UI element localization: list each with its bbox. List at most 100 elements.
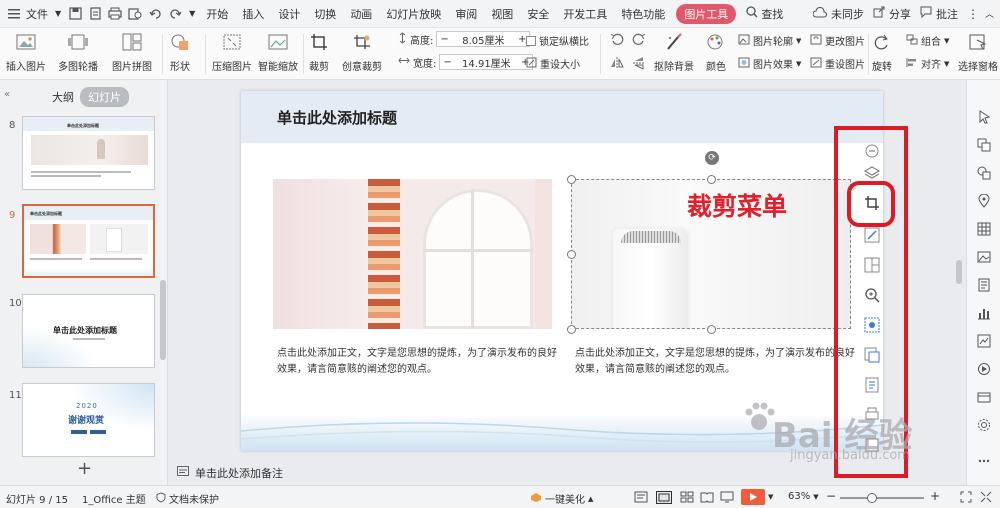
slide-title[interactable]: 单击此处添加标题 bbox=[277, 107, 397, 128]
add-slide-button[interactable]: + bbox=[77, 458, 92, 479]
panel-scrollbar[interactable] bbox=[160, 280, 166, 360]
fullscreen-icon[interactable] bbox=[980, 491, 992, 503]
reset-size-button[interactable]: 重设大小 bbox=[526, 56, 580, 71]
redo-icon[interactable] bbox=[165, 4, 185, 24]
resize-handle[interactable] bbox=[707, 175, 716, 184]
chevron-down-icon[interactable]: ▼ bbox=[55, 9, 61, 18]
resize-handle[interactable] bbox=[567, 175, 576, 184]
sync-status[interactable]: 未同步 bbox=[829, 6, 871, 22]
lock-ratio-checkbox[interactable]: 锁定纵横比 bbox=[526, 33, 589, 48]
checkbox-icon[interactable] bbox=[526, 35, 536, 46]
slide-thumbnail-11[interactable]: 2020 谢谢观赏 bbox=[22, 383, 155, 457]
quick-access-more-icon[interactable]: ▼ bbox=[189, 9, 195, 18]
zoom-slider[interactable] bbox=[840, 497, 924, 499]
share-button[interactable]: 分享 bbox=[887, 6, 918, 22]
change-picture-button[interactable]: 更改图片 bbox=[810, 33, 865, 48]
search-icon[interactable] bbox=[746, 6, 758, 21]
file-menu[interactable]: 文件 bbox=[24, 6, 55, 22]
tab-picture-tools[interactable]: 图片工具 bbox=[676, 3, 737, 24]
group-button[interactable]: 组合 ▼ bbox=[906, 33, 949, 48]
tab-view[interactable]: 视图 bbox=[484, 6, 520, 22]
copy-style-icon[interactable] bbox=[975, 136, 993, 154]
smart-art-icon[interactable] bbox=[975, 332, 993, 350]
more-sidebar-icon[interactable] bbox=[975, 452, 993, 470]
reset-picture-button[interactable]: 重设图片 bbox=[810, 56, 865, 71]
tab-review[interactable]: 审阅 bbox=[448, 6, 484, 22]
compress-picture-button[interactable]: 压缩图片 bbox=[212, 32, 252, 73]
tab-slideshow[interactable]: 幻灯片放映 bbox=[379, 6, 448, 22]
height-stepper[interactable]: − 8.05厘米 + bbox=[436, 31, 531, 47]
zoom-slider-thumb[interactable] bbox=[867, 493, 877, 503]
notes-placeholder[interactable]: 单击此处添加备注 bbox=[195, 465, 283, 481]
editor-scrollbar[interactable] bbox=[956, 260, 962, 284]
search-button[interactable]: 查找 bbox=[758, 6, 790, 22]
collapse-panel-icon[interactable]: « bbox=[4, 89, 10, 100]
slide-canvas[interactable]: 单击此处添加标题 ⟳ 点击此处添加正文，文字是您思想的提炼，为了演示发布的良好效… bbox=[241, 91, 883, 451]
rotate-handle-icon[interactable]: ⟳ bbox=[705, 151, 719, 165]
reading-view-icon[interactable] bbox=[700, 491, 714, 503]
cloud-sync-icon[interactable] bbox=[812, 6, 828, 21]
print-preview-icon[interactable] bbox=[125, 4, 145, 24]
resize-handle[interactable] bbox=[567, 325, 576, 334]
body-text-right[interactable]: 点击此处添加正文，文字是您思想的提炼，为了演示发布的良好效果，请言简意赅的阐述您… bbox=[575, 346, 855, 378]
width-stepper[interactable]: − 14.91厘米 + bbox=[439, 54, 534, 70]
tab-developer[interactable]: 开发工具 bbox=[556, 6, 614, 22]
tab-home[interactable]: 开始 bbox=[199, 6, 235, 22]
selection-pane-button[interactable]: 选择窗格 bbox=[958, 32, 998, 73]
resize-handle[interactable] bbox=[567, 250, 576, 259]
document-protection[interactable]: 文档未保护 bbox=[156, 491, 219, 506]
creative-crop-button[interactable]: 创意裁剪 bbox=[342, 32, 382, 73]
tab-animation[interactable]: 动画 bbox=[343, 6, 379, 22]
rotate-right-icon[interactable] bbox=[632, 32, 646, 46]
undo-icon[interactable] bbox=[145, 4, 165, 24]
crop-button[interactable]: 裁剪 bbox=[308, 32, 330, 73]
theme-name[interactable]: 1_Office 主题 bbox=[82, 491, 146, 506]
remove-background-button[interactable]: 抠除背景 bbox=[654, 32, 694, 73]
flip-vertical-icon[interactable] bbox=[632, 56, 646, 70]
menu-hamburger-icon[interactable] bbox=[4, 4, 24, 24]
animation-tool-icon[interactable] bbox=[975, 360, 993, 378]
color-button[interactable]: 颜色 bbox=[705, 32, 727, 73]
slide-thumbnail-9[interactable]: 单击此处添加标题 bbox=[22, 204, 155, 278]
picture-tool-icon[interactable] bbox=[975, 248, 993, 266]
height-decrease[interactable]: − bbox=[440, 34, 448, 45]
normal-view-icon[interactable] bbox=[656, 491, 672, 504]
fit-window-icon[interactable] bbox=[960, 491, 972, 503]
slide-thumbnail-8[interactable]: 单击此处添加标题 bbox=[22, 116, 155, 190]
slide-thumbnail-10[interactable]: 单击此处添加标题 bbox=[22, 294, 155, 368]
rotate-button[interactable]: 旋转 bbox=[871, 32, 893, 73]
notes-toggle-icon[interactable] bbox=[634, 491, 648, 503]
tab-transition[interactable]: 切换 bbox=[307, 6, 343, 22]
tab-outline[interactable]: 大纲 bbox=[52, 89, 74, 105]
format-tool-icon[interactable] bbox=[975, 276, 993, 294]
chevron-down-icon[interactable]: ▼ bbox=[768, 493, 773, 501]
curtain-window-picture[interactable] bbox=[273, 179, 552, 329]
height-value[interactable]: 8.05厘米 bbox=[462, 32, 504, 47]
picture-outline-button[interactable]: 图片轮廓 ▼ bbox=[738, 33, 801, 48]
save-icon[interactable] bbox=[65, 4, 85, 24]
slide-sorter-icon[interactable] bbox=[680, 491, 694, 503]
rotate-left-icon[interactable] bbox=[610, 32, 624, 46]
picture-effect-button[interactable]: 图片效果 ▼ bbox=[738, 56, 801, 71]
insert-picture-button[interactable]: 插入图片 bbox=[6, 32, 46, 73]
settings-tool-icon[interactable] bbox=[975, 416, 993, 434]
tab-security[interactable]: 安全 bbox=[520, 6, 556, 22]
shape-button[interactable]: 形状 bbox=[169, 32, 191, 73]
play-slideshow-button[interactable]: ▼ bbox=[741, 489, 773, 505]
zoom-out-button[interactable]: − bbox=[826, 489, 836, 503]
tab-insert[interactable]: 插入 bbox=[235, 6, 271, 22]
shape-tool-icon[interactable] bbox=[975, 164, 993, 182]
select-tool-icon[interactable] bbox=[975, 108, 993, 126]
tab-slides[interactable]: 幻灯片 bbox=[80, 87, 129, 107]
print-icon[interactable] bbox=[105, 4, 125, 24]
table-tool-icon[interactable] bbox=[975, 220, 993, 238]
width-decrease[interactable]: − bbox=[443, 57, 451, 68]
export-pdf-icon[interactable] bbox=[85, 4, 105, 24]
comment-icon[interactable] bbox=[920, 6, 932, 21]
flip-horizontal-icon[interactable] bbox=[610, 56, 624, 70]
comment-button[interactable]: 批注 bbox=[934, 6, 965, 22]
backup-icon[interactable] bbox=[975, 388, 993, 406]
zoom-in-button[interactable]: + bbox=[930, 489, 940, 503]
smart-zoom-button[interactable]: 智能缩放 bbox=[258, 32, 298, 73]
presenter-view-icon[interactable] bbox=[720, 491, 734, 503]
